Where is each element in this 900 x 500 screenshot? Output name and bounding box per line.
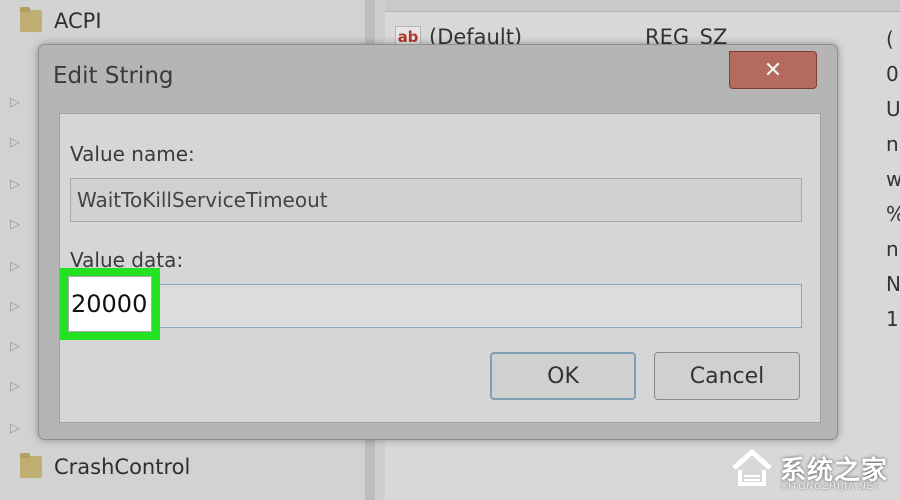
close-button[interactable]: ✕ <box>729 51 817 89</box>
list-column-header[interactable] <box>385 0 900 12</box>
chevron-right-icon[interactable]: ▷ <box>10 378 26 396</box>
value-data-input[interactable] <box>68 276 152 332</box>
data-cell: w <box>886 167 900 191</box>
data-cell: % <box>886 197 900 232</box>
data-column-cropped: ( 0 U n w % n N 1 <box>886 22 900 337</box>
dialog-title: Edit String <box>53 63 174 89</box>
tree-item-label: ACPI <box>54 9 102 33</box>
chevron-right-icon[interactable]: ▷ <box>10 420 26 438</box>
watermark-subtext: XITONGZHIJIA.NET <box>781 482 880 492</box>
value-data-field[interactable] <box>70 284 802 328</box>
tree-item-crashcontrol[interactable]: CrashControl <box>0 452 190 482</box>
data-cell: n <box>886 132 899 156</box>
folder-icon <box>20 453 42 478</box>
house-logo-icon <box>732 449 772 486</box>
chevron-right-icon[interactable]: ▷ <box>10 338 26 356</box>
value-data-highlight <box>60 268 160 340</box>
tree-expand-arrow[interactable]: ▷ <box>0 292 26 322</box>
value-name-label: Value name: <box>70 142 195 166</box>
tree-expand-arrow[interactable]: ▷ <box>0 332 26 362</box>
watermark: 系统之家 XITONGZHIJIA.NET <box>725 440 900 500</box>
chevron-right-icon[interactable]: ▷ <box>10 216 26 234</box>
data-cell: 0 <box>886 62 899 86</box>
data-cell: ( <box>886 27 894 51</box>
tree-expand-arrow[interactable]: ▷ <box>0 128 26 158</box>
tree-item-label: CrashControl <box>54 455 191 479</box>
chevron-right-icon[interactable]: ▷ <box>10 258 26 276</box>
cancel-button[interactable]: Cancel <box>654 352 800 400</box>
chevron-right-icon[interactable]: ▷ <box>10 298 26 316</box>
tree-expand-arrow[interactable]: ▷ <box>0 170 26 200</box>
data-cell: 1 <box>886 307 899 331</box>
tree-expand-arrow[interactable]: ▷ <box>0 414 26 444</box>
tree-expand-arrow[interactable]: ▷ <box>0 372 26 402</box>
close-icon: ✕ <box>763 57 783 83</box>
tree-item-acpi[interactable]: ACPI <box>0 6 102 36</box>
edit-string-dialog: Edit String ✕ Value name: WaitToKillServ… <box>38 44 838 440</box>
ok-button[interactable]: OK <box>490 352 636 400</box>
folder-icon <box>20 7 42 32</box>
dialog-body: Value name: WaitToKillServiceTimeout Val… <box>59 113 821 423</box>
data-cell: U <box>886 97 900 121</box>
tree-expand-arrow[interactable]: ▷ <box>0 252 26 282</box>
data-cell: n <box>886 237 899 261</box>
data-cell: N <box>886 272 900 296</box>
tree-expand-arrow[interactable]: ▷ <box>0 88 26 118</box>
chevron-right-icon[interactable]: ▷ <box>10 176 26 194</box>
value-name-field[interactable]: WaitToKillServiceTimeout <box>70 178 802 222</box>
chevron-right-icon[interactable]: ▷ <box>10 94 26 112</box>
chevron-right-icon[interactable]: ▷ <box>10 134 26 152</box>
tree-expand-arrow[interactable]: ▷ <box>0 210 26 240</box>
